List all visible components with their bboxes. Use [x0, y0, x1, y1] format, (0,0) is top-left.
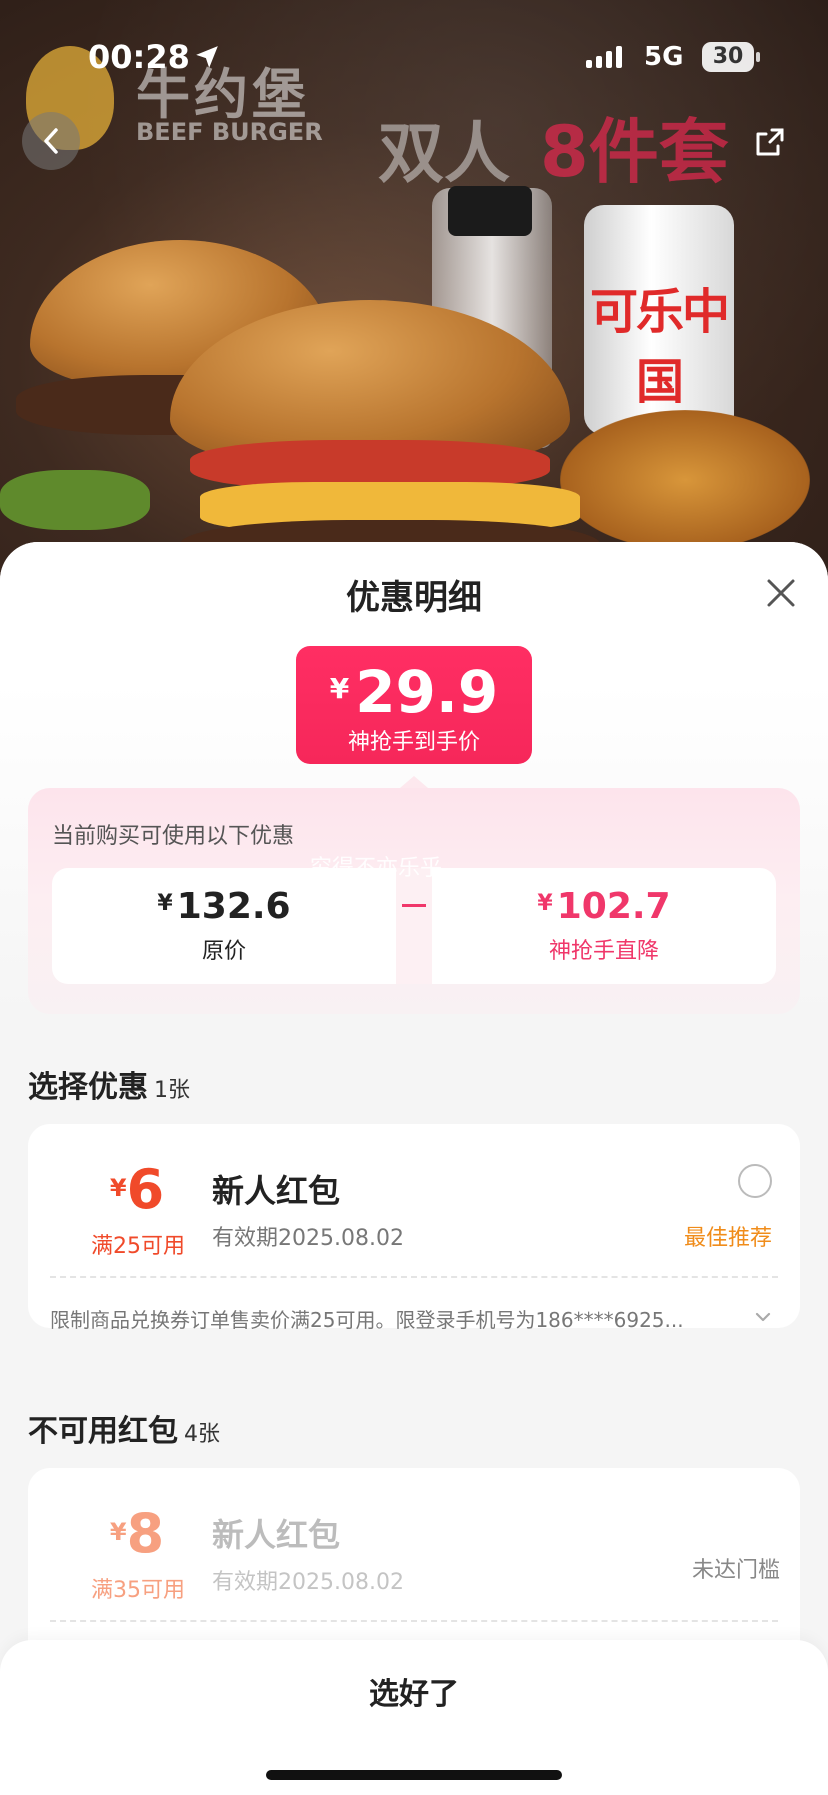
unavailable-coupon-count: 4张 — [184, 1422, 220, 1447]
final-price-badge: ¥29.9 神抢手到手价 — [296, 646, 532, 764]
choose-coupon-heading: 选择优惠 1张 — [28, 1062, 190, 1106]
chevron-down-icon[interactable] — [752, 1306, 774, 1328]
battery-indicator: 30 — [702, 42, 760, 72]
coupon-amount: ¥8 — [82, 1502, 192, 1565]
share-icon[interactable] — [752, 124, 788, 160]
coupon-name: 新人红包 — [212, 1172, 341, 1210]
discount-breakdown-panel: 当前购买可使用以下优惠 ¥132.6 原价 ¥102.7 神抢手直降 穷得不亦乐… — [28, 788, 800, 1014]
fried-chicken-image — [560, 410, 810, 550]
promo-text-b: 8件套 — [540, 111, 729, 193]
discount-value: 102.7 — [556, 886, 671, 927]
coupon-amount-value: 6 — [126, 1158, 165, 1221]
back-button[interactable] — [22, 112, 80, 170]
panel-label: 当前购买可使用以下优惠 — [52, 824, 295, 849]
burger-back-lettuce — [0, 470, 150, 530]
calc-separator — [396, 868, 432, 984]
original-value: 132.6 — [176, 886, 291, 927]
coupon-expiry: 有效期2025.08.02 — [212, 1570, 404, 1595]
unavailable-coupon-heading: 不可用红包 4张 — [28, 1406, 220, 1450]
close-icon[interactable] — [764, 576, 798, 610]
watermark-text: 穷得不亦乐乎 — [310, 856, 443, 881]
coupon-status: 未达门槛 — [692, 1558, 781, 1583]
coupon-condition: 满35可用 — [91, 1578, 185, 1603]
can-label: 可乐中国 — [589, 284, 730, 410]
price-label: 神抢手到手价 — [347, 730, 480, 755]
coupon-amount-value: 8 — [126, 1502, 165, 1565]
original-currency: ¥ — [157, 891, 173, 916]
choose-coupon-count: 1张 — [154, 1078, 190, 1103]
chevron-left-icon — [44, 128, 58, 154]
location-arrow-icon — [196, 46, 218, 68]
signal-icon — [586, 46, 622, 68]
price-currency: ¥ — [329, 672, 350, 705]
status-time: 00:28 — [88, 38, 190, 76]
coupon-amount: ¥6 — [82, 1158, 192, 1221]
brand-name-en: BEEF BURGER — [136, 118, 323, 146]
coupon-note: 限制商品兑换券订单售卖价满25可用。限登录手机号为186****6925... — [50, 1308, 684, 1332]
final-price: ¥29.9 — [296, 658, 532, 726]
network-type: 5G — [644, 42, 684, 72]
coupon-currency: ¥ — [109, 1518, 127, 1546]
home-indicator — [266, 1770, 562, 1780]
original-price-block: ¥132.6 原价 — [52, 868, 396, 984]
bottle-cap-image — [448, 186, 532, 236]
coupon-expiry: 有效期2025.08.02 — [212, 1226, 404, 1251]
bottom-action-bar: 选好了 — [0, 1640, 828, 1795]
original-price: ¥132.6 — [52, 886, 396, 927]
coupon-divider — [50, 1276, 778, 1278]
price-pointer — [400, 776, 428, 788]
promo-text-a: 双人 — [378, 115, 510, 192]
discount-block: ¥102.7 神抢手直降 — [432, 868, 776, 984]
discount-label: 神抢手直降 — [548, 939, 659, 964]
coupon-condition: 满25可用 — [91, 1234, 185, 1259]
best-recommend-tag: 最佳推荐 — [684, 1226, 773, 1251]
coupon-divider — [50, 1620, 778, 1622]
coupon-currency: ¥ — [109, 1174, 127, 1202]
choose-coupon-title: 选择优惠 — [28, 1070, 148, 1105]
coupon-card-available[interactable]: ¥6 满25可用 新人红包 有效期2025.08.02 最佳推荐 限制商品兑换券… — [28, 1124, 800, 1332]
status-bar: 00:28 5G 30 — [0, 0, 828, 108]
discount-currency: ¥ — [537, 891, 553, 916]
price-value: 29.9 — [355, 658, 499, 726]
confirm-button[interactable]: 选好了 — [0, 1640, 828, 1750]
discount-detail-sheet: 优惠明细 ¥29.9 神抢手到手价 当前购买可使用以下优惠 ¥132.6 原价 … — [0, 542, 828, 1795]
minus-icon — [402, 904, 426, 907]
coupon-select-radio[interactable] — [738, 1164, 772, 1198]
sheet-title: 优惠明细 — [346, 578, 482, 618]
coupon-name: 新人红包 — [212, 1516, 341, 1554]
discount-amount: ¥102.7 — [432, 886, 776, 927]
unavailable-coupon-title: 不可用红包 — [28, 1414, 178, 1449]
original-label: 原价 — [201, 939, 246, 964]
price-calc-card: ¥132.6 原价 ¥102.7 神抢手直降 — [52, 868, 776, 984]
